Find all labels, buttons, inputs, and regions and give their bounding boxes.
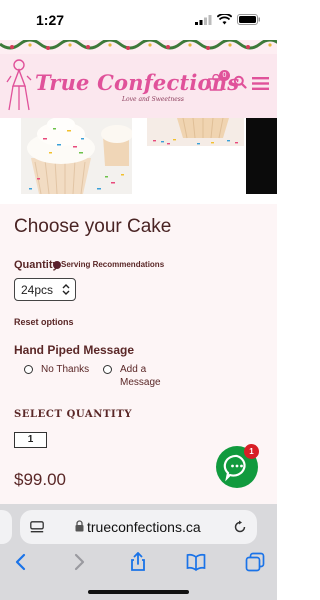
brand-tagline: Love and Sweetness [122,96,184,103]
add-message-radio[interactable] [103,365,112,374]
sprinkle-cupcake-photo[interactable] [147,118,244,146]
holiday-garland [0,40,277,54]
cart-count-badge: 0 [219,70,230,81]
share-icon[interactable] [128,552,148,572]
hamburger-menu-icon[interactable] [252,77,269,90]
forward-icon[interactable] [69,552,89,572]
reader-mode-icon[interactable] [30,521,44,533]
reset-options-link[interactable]: Reset options [14,317,74,327]
signal-icon [195,14,212,25]
home-indicator [88,590,189,594]
chevron-updown-icon [62,284,70,295]
page-title: Choose your Cake [14,216,172,237]
back-icon[interactable] [11,552,31,572]
quantity-label: Quantity [14,259,59,271]
chat-notification-badge: 1 [244,444,259,459]
product-gallery[interactable] [0,118,277,204]
size-select-value: 24pcs [21,283,54,297]
url-text: trueconfections.ca [87,519,201,535]
size-select[interactable]: 24pcs [14,278,76,301]
quantity-input[interactable]: 1 [14,432,47,448]
battery-icon [237,14,260,25]
product-price: $99.00 [14,470,66,489]
lock-icon [75,520,84,532]
serving-recommendations-link[interactable]: Serving Recommendations [61,260,164,269]
site-header: True Confections Love and Sweetness 0 [0,54,277,118]
select-quantity-label: SELECT QUANTITY [14,409,133,420]
bookmarks-icon[interactable] [186,552,206,572]
status-icons [195,14,261,25]
dark-thumbnail-photo[interactable] [246,118,277,194]
status-bar: 1:27 [0,0,277,40]
browser-nav-row [0,548,277,582]
wifi-icon [217,14,232,25]
message-heading: Hand Piped Message [14,343,135,357]
tabs-icon[interactable] [245,552,265,572]
status-time: 1:27 [36,12,65,28]
reload-icon[interactable] [233,520,247,534]
browser-toolbar: trueconfections.ca [0,504,277,600]
no-thanks-radio[interactable] [24,365,33,374]
previous-tab-peek[interactable] [0,510,12,544]
no-thanks-label[interactable]: No Thanks [41,363,89,376]
address-bar[interactable]: trueconfections.ca [20,510,257,544]
add-message-label[interactable]: Add a Message [120,363,170,389]
cupcake-photo[interactable] [21,118,132,194]
search-icon[interactable] [233,75,247,89]
logo-figure-icon[interactable] [6,58,32,114]
info-dot-icon[interactable] [53,261,61,269]
